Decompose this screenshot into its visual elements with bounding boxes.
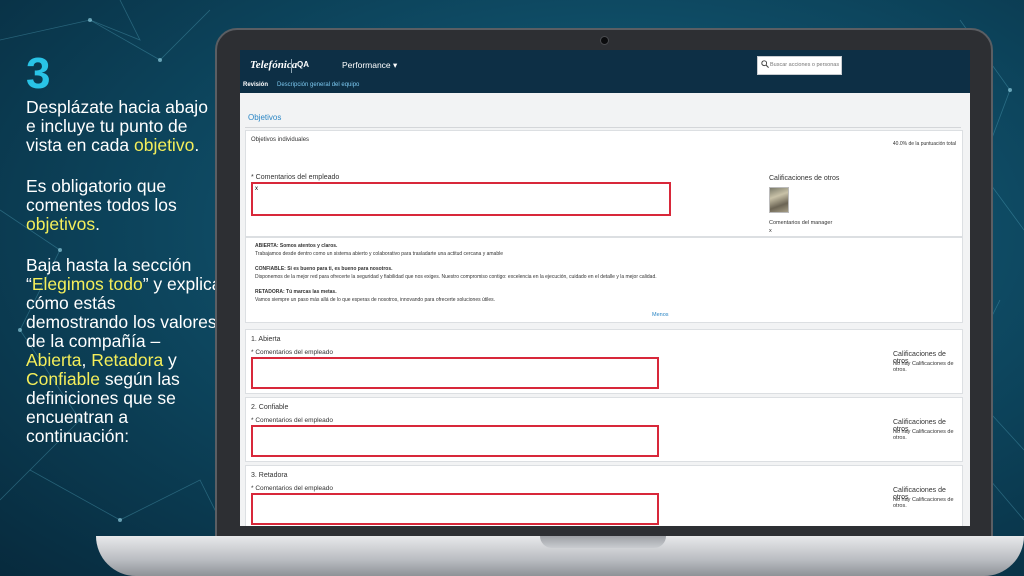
title-divider <box>245 127 961 128</box>
sub-navigation: Revisión Descripción general del equipo <box>240 80 970 93</box>
section-title: Objetivos <box>248 113 282 122</box>
employee-comment-box[interactable] <box>251 357 659 389</box>
no-ratings-text: No hay Calificaciones de otros. <box>893 429 954 441</box>
instruction-panel: 3 Desplázate hacia abajo e incluye tu pu… <box>26 52 222 468</box>
instruction-paragraph-1: Desplázate hacia abajo e incluye tu punt… <box>26 98 222 155</box>
retadora-description: Vamos siempre un paso más allá de lo que… <box>255 297 496 303</box>
less-link[interactable]: Menos <box>652 312 669 318</box>
abierta-title: ABIERTA: Somos atentos y claros. <box>255 243 338 249</box>
instruction-paragraph-3: Baja hasta la sección “Elegimos todo” y … <box>26 256 222 446</box>
value-item-title: 2. Confiable <box>251 404 289 411</box>
performance-menu[interactable]: Performance ▾ <box>342 60 397 71</box>
employee-comment-label: * Comentarios del empleado <box>251 417 334 424</box>
employee-comment-box[interactable] <box>251 182 671 216</box>
search-icon <box>761 60 769 68</box>
values-definitions-panel: ABIERTA: Somos atentos y claros. Trabaja… <box>245 237 963 323</box>
search-box[interactable] <box>757 56 842 75</box>
manager-comment-value: x <box>769 228 772 234</box>
step-number: 3 <box>26 49 51 98</box>
p1-end: . <box>194 135 200 155</box>
no-ratings-text: No hay Calificaciones de otros. <box>893 497 954 509</box>
laptop-notch <box>540 536 666 548</box>
laptop-screen: Telefónica QA Performance ▾ Revisión Des… <box>240 50 970 526</box>
others-ratings-label: Calificaciones de otros <box>769 175 840 182</box>
no-ratings-text: No hay Calificaciones de otros. <box>893 361 954 373</box>
p1-highlight: objetivo <box>133 135 195 155</box>
search-input[interactable] <box>770 58 840 72</box>
individual-objectives-label: Objetivos individuales <box>251 137 310 143</box>
p2-text: Es obligatorio que comentes todos los <box>26 176 177 215</box>
employee-comment-label: * Comentarios del empleado <box>251 349 334 356</box>
logo-separator <box>291 59 292 73</box>
p2-highlight: objetivos <box>26 214 96 234</box>
confiable-title: CONFIABLE: Si es bueno para ti, es bueno… <box>255 266 393 272</box>
value-item-confiable: 2. Confiable * Comentarios del empleado … <box>245 397 963 462</box>
p2-end: . <box>95 214 100 234</box>
p3-highlight-elegimos: Elegimos todo <box>31 274 143 294</box>
abierta-description: Trabajamos desde dentro como un sistema … <box>255 251 504 257</box>
app-header: Telefónica QA Performance ▾ Revisión Des… <box>240 50 970 93</box>
value-item-title: 1. Abierta <box>251 336 281 343</box>
value-item-title: 3. Retadora <box>251 472 288 479</box>
individual-objectives-panel: Objetivos individuales 40.0% de la puntu… <box>245 130 963 237</box>
instruction-paragraph-2: Es obligatorio que comentes todos los ob… <box>26 177 222 234</box>
camera <box>600 36 609 45</box>
p3-highlight-retadora: Retadora <box>91 350 164 370</box>
retadora-title: RETADORA: Tú marcas las metas. <box>255 289 337 295</box>
p3-sep-2: y <box>163 350 177 370</box>
p3-sep-1: , <box>81 350 92 370</box>
value-item-retadora: 3. Retadora * Comentarios del empleado C… <box>245 465 963 526</box>
value-item-abierta: 1. Abierta * Comentarios del empleado Ca… <box>245 329 963 394</box>
tab-revision[interactable]: Revisión <box>243 82 268 88</box>
employee-comment-input[interactable] <box>253 427 657 455</box>
tab-team-overview[interactable]: Descripción general del equipo <box>277 82 359 88</box>
employee-comment-input[interactable] <box>253 184 669 214</box>
confiable-description: Disponemos de la mejor red para ofrecert… <box>255 274 657 280</box>
manager-comment-label: Comentarios del manager <box>769 220 833 226</box>
employee-comment-box[interactable] <box>251 425 659 457</box>
environment-label: QA <box>297 60 309 69</box>
p3-highlight-confiable: Confiable <box>26 369 100 389</box>
avatar-image <box>769 187 789 213</box>
employee-comment-label: * Comentarios del empleado <box>251 485 334 492</box>
employee-comment-box[interactable] <box>251 493 659 525</box>
employee-comment-label: * Comentarios del empleado <box>251 174 340 181</box>
employee-comment-input[interactable] <box>253 495 657 523</box>
main-content: Objetivos Objetivos individuales 40.0% d… <box>240 93 970 526</box>
employee-comment-input[interactable] <box>253 359 657 387</box>
score-percentage: 40.0% de la puntuación total <box>892 141 956 147</box>
p3-highlight-abierta: Abierta <box>26 350 82 370</box>
